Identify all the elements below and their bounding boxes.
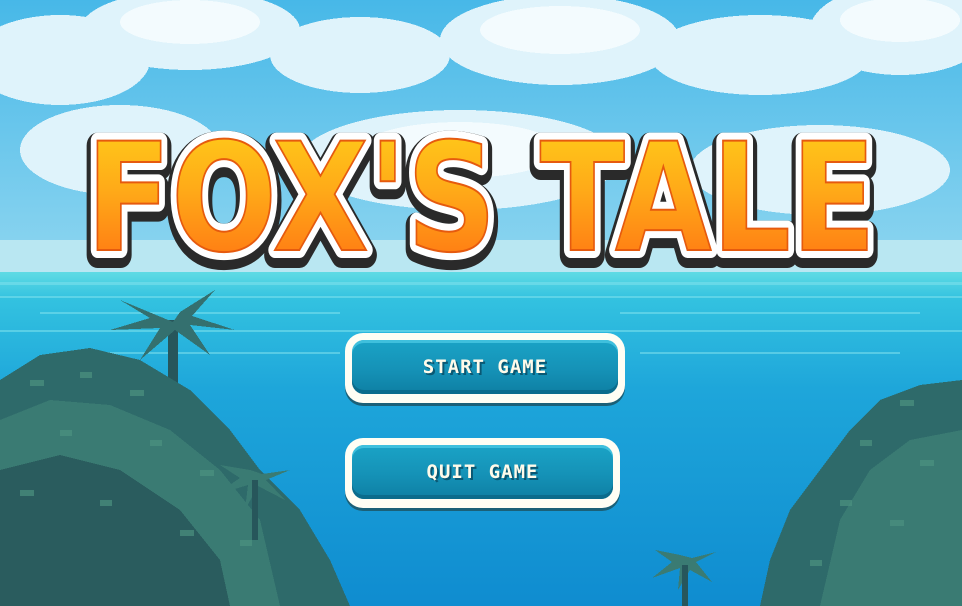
quit-game-button[interactable]: QUIT GAME <box>345 438 620 508</box>
title-screen: FOX'S TALE FOX'S TALE FOX'S TALE START G… <box>0 0 962 606</box>
background-scene: FOX'S TALE FOX'S TALE FOX'S TALE <box>0 0 962 606</box>
game-title-logo: FOX'S TALE FOX'S TALE FOX'S TALE <box>73 104 889 304</box>
start-game-button-face[interactable]: START GAME <box>352 340 618 394</box>
svg-text:FOX'S TALE: FOX'S TALE <box>86 112 876 286</box>
start-game-button[interactable]: START GAME <box>345 333 625 403</box>
quit-game-label: QUIT GAME <box>426 461 539 483</box>
start-game-label: START GAME <box>422 356 548 378</box>
quit-game-button-face[interactable]: QUIT GAME <box>352 445 613 499</box>
